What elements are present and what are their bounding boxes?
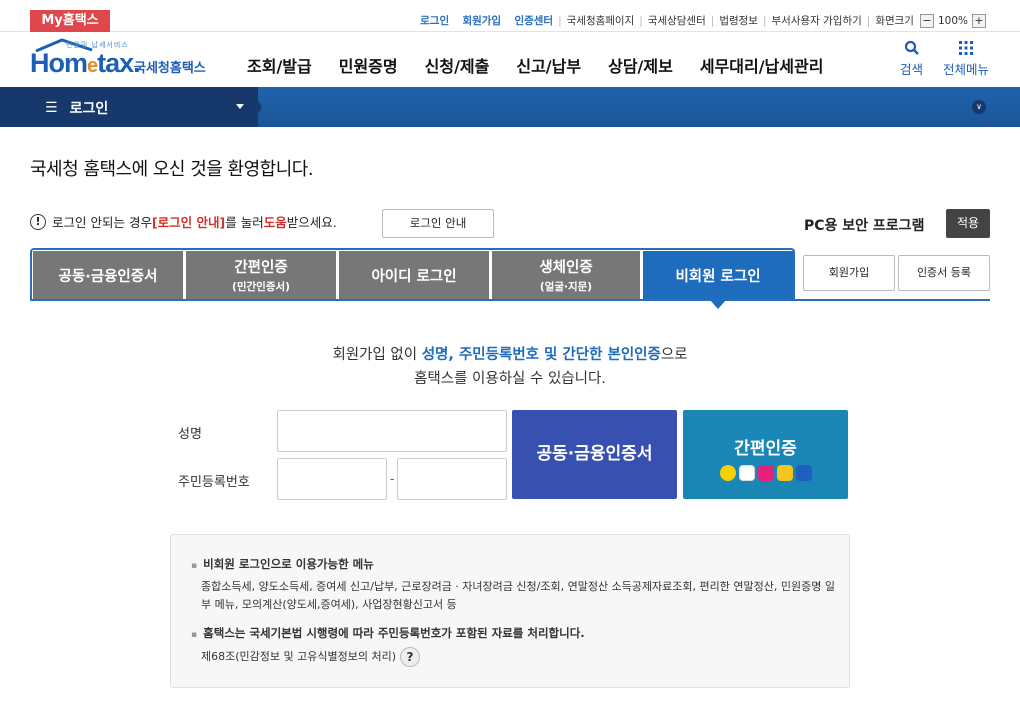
grid-menu-icon (959, 41, 973, 55)
tab-biometric[interactable]: 생체인증 (얼굴·지문) (492, 251, 640, 299)
gnb-item-apply[interactable]: 신청/제출 (425, 53, 490, 77)
joint-cert-login-button[interactable]: 공동·금융인증서 (512, 410, 677, 499)
provider-icons (683, 465, 848, 481)
search-label: 검색 (900, 62, 924, 77)
pc-security-label: PC용 보안 프로그램 (804, 218, 925, 234)
simple-auth-login-button[interactable]: 간편인증 (683, 410, 848, 499)
security-apply-button[interactable]: 적용 (946, 209, 990, 238)
name-input[interactable] (277, 410, 507, 452)
gnb-item-agent[interactable]: 세무대리/납세관리 (700, 53, 824, 77)
rrn-front-input[interactable] (277, 458, 387, 500)
hometax-logo[interactable]: 민원및 납세서비스 Hometax. 국세청홈택스 (30, 38, 215, 80)
zoom-out-button[interactable]: − (919, 13, 934, 28)
location-bar: ☰ 로그인 ∨ (0, 87, 1020, 127)
rrn-label: 주민등록번호 (178, 475, 250, 490)
tab-joint-cert[interactable]: 공동·금융인증서 (33, 251, 183, 299)
exclamation-icon: ! (30, 213, 46, 230)
location-current: 로그인 (69, 101, 109, 117)
page-title: 국세청 홈택스에 오신 것을 환영합니다. (30, 159, 314, 180)
help-icon[interactable]: ? (400, 647, 420, 667)
screen-size-label: 화면크기 (875, 15, 914, 27)
zoom-control: − 100% + (919, 13, 986, 28)
search-button[interactable]: 검색 (900, 40, 923, 78)
tab-id-login[interactable]: 아이디 로그인 (339, 251, 489, 299)
search-icon (904, 40, 919, 55)
gnb-item-certificate[interactable]: 민원증명 (339, 53, 398, 77)
my-hometax-button[interactable]: My홈택스 (30, 10, 110, 32)
active-tab-pointer (710, 300, 726, 309)
all-menu-label: 전체메뉴 (943, 62, 990, 77)
rrn-back-input[interactable] (397, 458, 507, 500)
gnb-item-report[interactable]: 신고/납부 (516, 53, 581, 77)
logo-wordmark: Hometax. (30, 48, 141, 78)
main-navigation: 조회/발급 민원증명 신청/제출 신고/납부 상담/제보 세무대리/납세관리 (247, 53, 850, 77)
pass-icon (757, 465, 774, 481)
zoom-in-button[interactable]: + (972, 13, 986, 28)
all-menu-button[interactable]: 전체메뉴 (943, 40, 989, 78)
cert-register-button[interactable]: 인증서 등록 (898, 255, 990, 291)
tab-simple-auth[interactable]: 간편인증 (민간인증서) (186, 251, 336, 299)
util-link-dept-join[interactable]: 부서사용자 가입하기 (772, 13, 862, 28)
top-utility-bar: My홈택스 로그인 회원가입 인증센터 | 국세청홈페이지 | 국세상담센터 | 법령… (0, 8, 1020, 32)
info-title-privacy: 홈택스는 국세기본법 시행령에 따라 주민등록번호가 포함된 자료를 처리합니다… (191, 625, 585, 641)
toss-icon (738, 465, 755, 481)
gnb-item-inquiry[interactable]: 조회/발급 (247, 53, 312, 77)
samsung-pass-icon (795, 465, 812, 481)
join-button[interactable]: 회원가입 (803, 255, 895, 291)
tab-non-member[interactable]: 비회원 로그인 (643, 251, 793, 299)
info-body-privacy: 제68조(민감정보 및 고유식별정보의 처리)? (201, 647, 841, 667)
intro-text: 회원가입 없이 성명, 주민등록번호 및 간단한 본인인증으로 홈택스를 이용하… (332, 347, 688, 387)
util-link-join[interactable]: 회원가입 (462, 13, 501, 28)
util-link-cert-center[interactable]: 인증센터 (514, 13, 553, 28)
util-link-consult[interactable]: 국세상담센터 (648, 13, 706, 28)
util-link-login[interactable]: 로그인 (420, 13, 449, 28)
zoom-value: 100% (937, 14, 968, 27)
location-menu[interactable] (0, 87, 258, 127)
util-link-nts-home[interactable]: 국세청홈페이지 (567, 13, 635, 28)
info-title-menus: 비회원 로그인으로 이용가능한 메뉴 (191, 556, 374, 572)
info-body-menus: 종합소득세, 양도소득세, 증여세 신고/납부, 근로장려금 · 자녀장려금 신… (201, 580, 835, 611)
login-guide-button[interactable]: 로그인 안내 (382, 209, 494, 238)
gnb-item-consult[interactable]: 상담/제보 (608, 53, 673, 77)
simple-auth-label: 간편인증 (734, 439, 797, 459)
chevron-down-circle-icon[interactable]: ∨ (972, 100, 986, 114)
login-guide-link[interactable]: [로그인 안내] (152, 212, 225, 231)
payco-icon (776, 465, 793, 481)
logo-korean: 국세청홈택스 (134, 61, 206, 76)
login-notice: ! 로그인 안되는 경우 [로그인 안내] 를 눌러 도움 받으세요. (30, 212, 337, 231)
info-box: 비회원 로그인으로 이용가능한 메뉴 종합소득세, 양도소득세, 증여세 신고/… (170, 534, 850, 688)
kakao-icon (719, 465, 736, 481)
rrn-dash: - (390, 472, 395, 486)
caret-down-icon[interactable] (236, 104, 244, 109)
hamburger-icon: ☰ (45, 100, 58, 116)
utility-links: 로그인 회원가입 인증센터 | 국세청홈페이지 | 국세상담센터 | 법령정보 | 부서… (420, 13, 986, 28)
name-label: 성명 (178, 427, 202, 442)
util-link-law[interactable]: 법령정보 (719, 13, 758, 28)
